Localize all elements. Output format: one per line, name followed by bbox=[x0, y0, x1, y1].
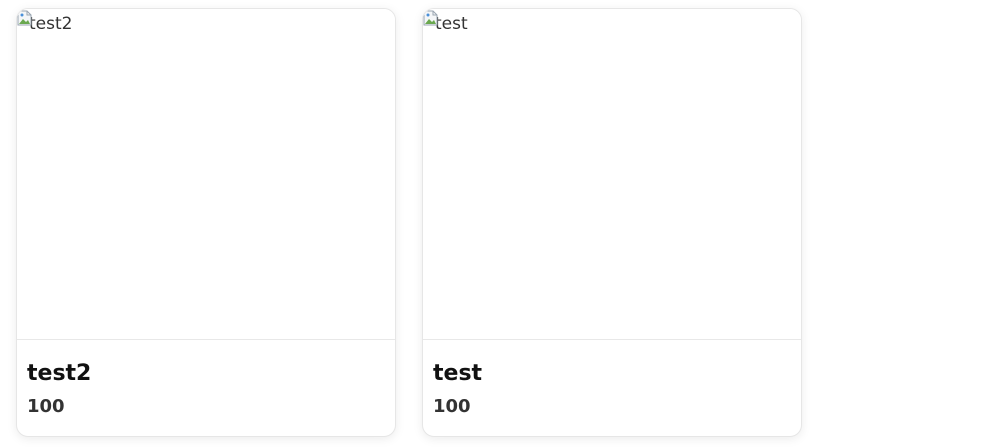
broken-image: test2 bbox=[17, 9, 72, 35]
product-price: 100 bbox=[27, 396, 65, 417]
product-title[interactable]: test2 bbox=[27, 359, 385, 389]
product-image[interactable]: test2 bbox=[17, 9, 395, 340]
product-card[interactable]: test test 100 bbox=[422, 8, 802, 437]
product-info: test2 100 bbox=[17, 340, 395, 419]
product-title[interactable]: test bbox=[433, 359, 791, 389]
broken-image-icon bbox=[17, 10, 33, 26]
product-card[interactable]: test2 test2 100 bbox=[16, 8, 396, 437]
broken-image-icon bbox=[423, 10, 439, 26]
image-alt-text: test2 bbox=[29, 14, 73, 34]
broken-image: test bbox=[423, 9, 468, 35]
product-price: 100 bbox=[433, 396, 471, 417]
product-image[interactable]: test bbox=[423, 9, 801, 340]
product-info: test 100 bbox=[423, 340, 801, 419]
product-grid: test2 test2 100 test test 100 bbox=[0, 0, 1007, 447]
image-alt-text: test bbox=[435, 14, 468, 34]
